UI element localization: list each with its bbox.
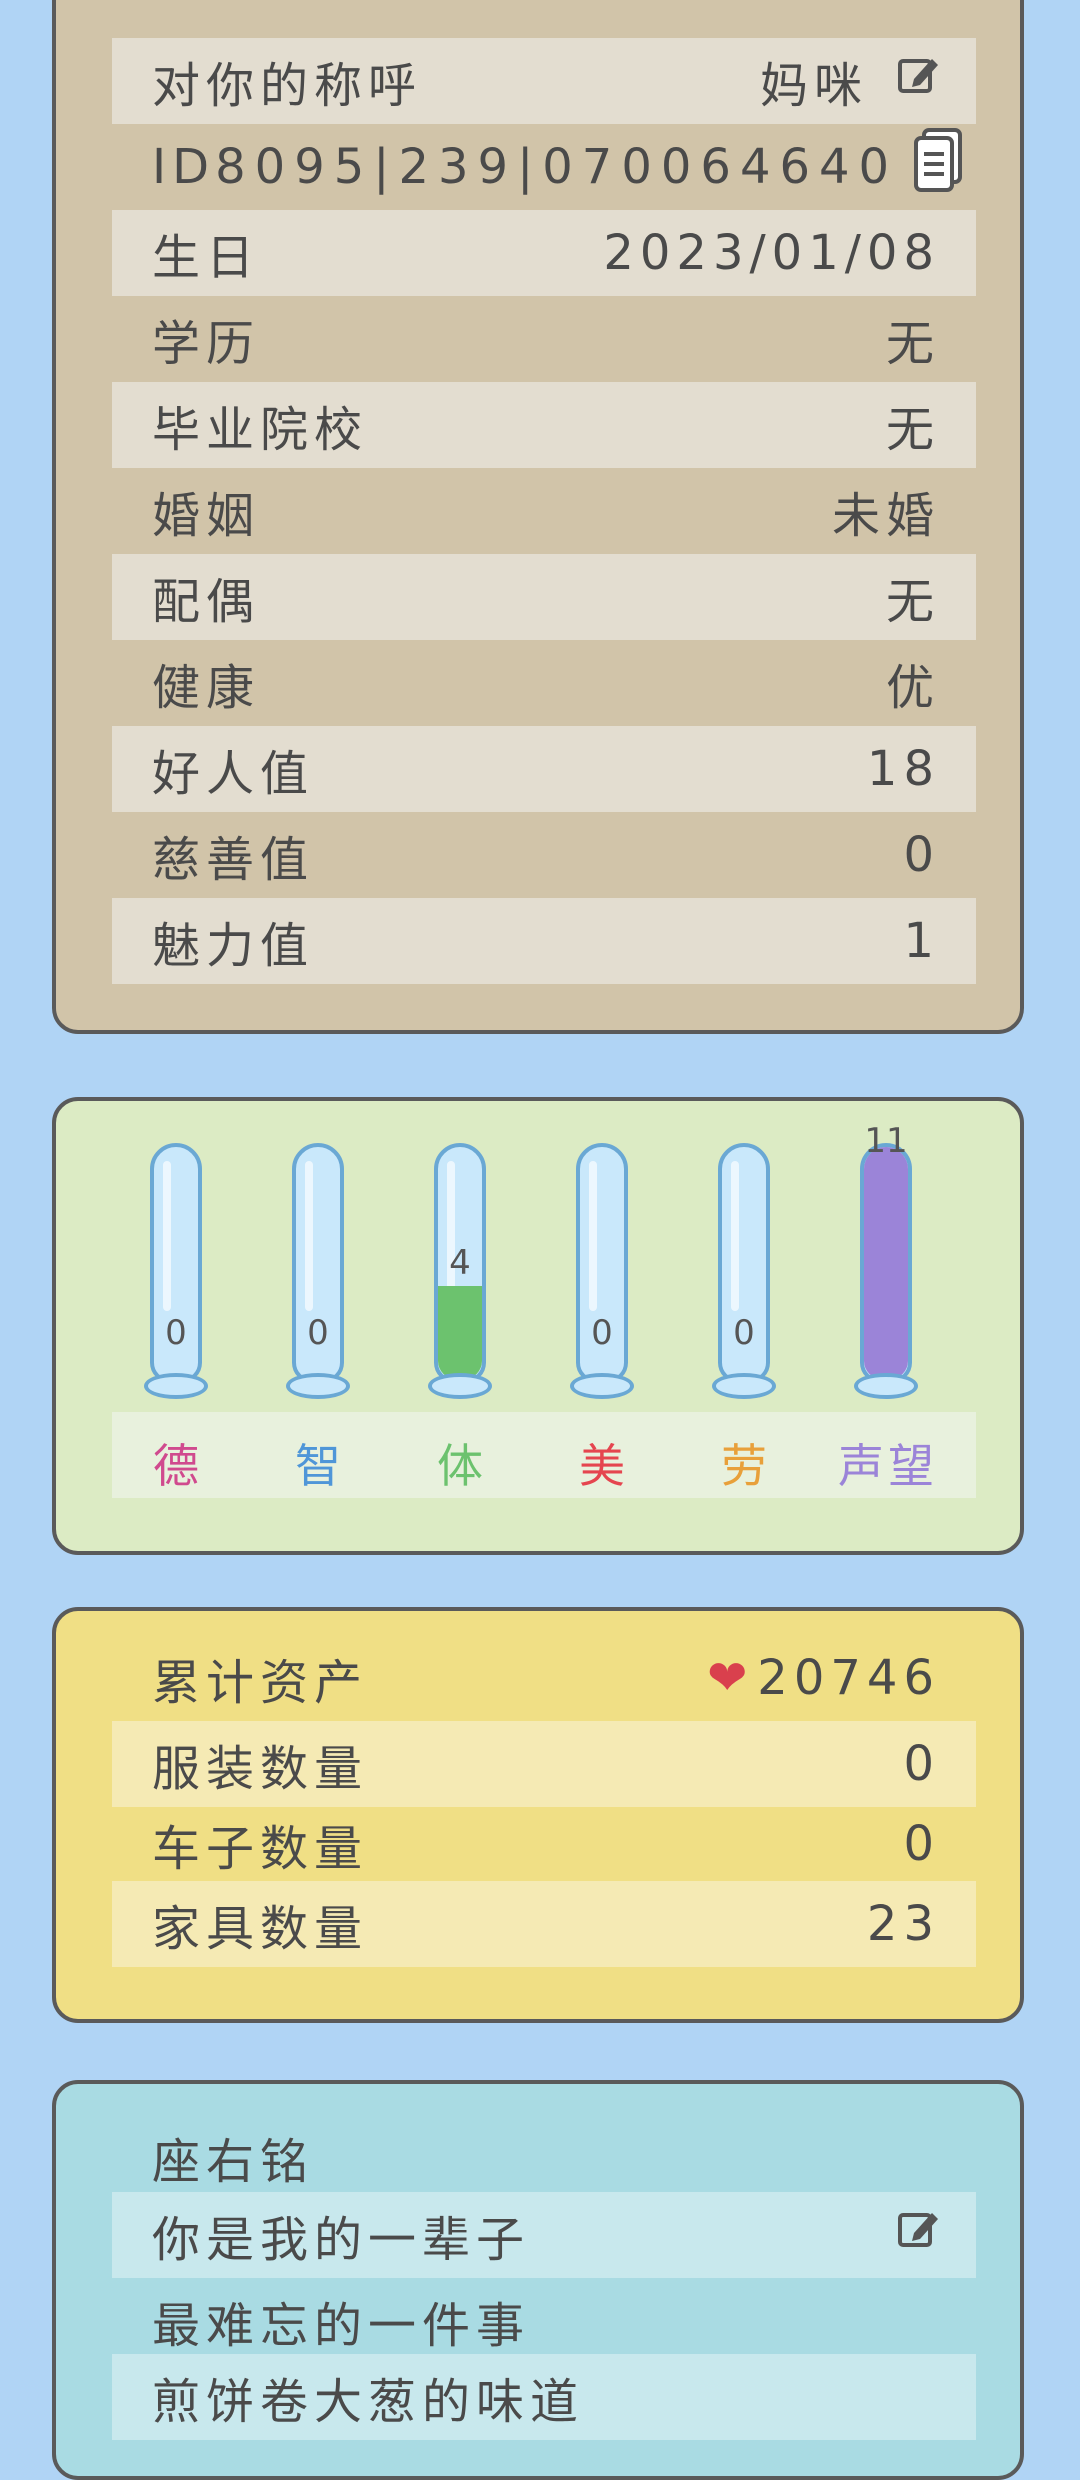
attribute-label: 德 [153, 1439, 203, 1493]
profile-row-nickname: 对你的称呼 妈咪 [112, 38, 976, 124]
charity-value: 0 [903, 827, 940, 883]
profile-row-education: 学历 无 [112, 296, 976, 382]
health-label: 健康 [152, 660, 261, 716]
total-assets-label: 累计资产 [152, 1655, 369, 1711]
school-value: 无 [885, 402, 940, 458]
car-count-label: 车子数量 [152, 1821, 369, 1877]
id-value: 8095|239|070064640 [215, 139, 899, 195]
birthday-value: 2023/01/08 [603, 225, 940, 281]
assets-row-furniture: 家具数量 23 [112, 1881, 976, 1967]
memory-title: 最难忘的一件事 [152, 2298, 531, 2354]
charm-value: 1 [903, 913, 940, 969]
attribute-tubes-card: 0 0 4 0 0 11 德 智 体 美 劳 声望 [52, 1097, 1024, 1555]
health-value: 优 [885, 660, 940, 716]
spouse-value: 无 [885, 574, 940, 630]
tube-base [570, 1373, 634, 1399]
memory-text: 煎饼卷大葱的味道 [152, 2374, 585, 2430]
copy-icon[interactable] [912, 128, 964, 206]
nickname-value: 妈咪 [759, 58, 868, 114]
tube-base [712, 1373, 776, 1399]
attribute-label: 声望 [838, 1439, 938, 1493]
total-assets-value: 20746 [757, 1650, 940, 1706]
furniture-count-label: 家具数量 [152, 1901, 369, 1957]
charm-label: 魅力值 [152, 918, 315, 974]
assets-row-cars: 车子数量 0 [112, 1801, 976, 1887]
motto-card: 座右铭 你是我的一辈子 最难忘的一件事 煎饼卷大葱的味道 [52, 2080, 1024, 2480]
marriage-value: 未婚 [831, 488, 940, 544]
tube-base [854, 1373, 918, 1399]
assets-card: 累计资产 ❤ 20746 服装数量 0 车子数量 0 家具数量 23 [52, 1607, 1024, 2023]
profile-row-charm: 魅力值 1 [112, 898, 976, 984]
birthday-label: 生日 [152, 230, 261, 286]
tube-value: 0 [165, 1313, 187, 1353]
tube-base [144, 1373, 208, 1399]
goodness-label: 好人值 [152, 746, 315, 802]
profile-card: 对你的称呼 妈咪 ID 8095|239|070064640 生日 2023/0… [52, 0, 1024, 1034]
education-value: 无 [885, 316, 940, 372]
tube-fill [864, 1147, 908, 1379]
edit-icon[interactable] [896, 2207, 940, 2263]
nickname-label: 对你的称呼 [152, 58, 423, 114]
tube-fill [438, 1286, 482, 1379]
profile-row-charity: 慈善值 0 [112, 812, 976, 898]
profile-row-health: 健康 优 [112, 640, 976, 726]
tube-6 [860, 1143, 912, 1383]
goodness-value: 18 [866, 741, 940, 797]
education-label: 学历 [152, 316, 261, 372]
tube-value: 11 [864, 1121, 908, 1161]
tube-value: 0 [733, 1313, 755, 1353]
motto-text-row: 你是我的一辈子 [112, 2192, 976, 2278]
memory-title-row: 最难忘的一件事 [112, 2278, 976, 2364]
charity-label: 慈善值 [152, 832, 315, 888]
tube-base [428, 1373, 492, 1399]
profile-row-birthday: 生日 2023/01/08 [112, 210, 976, 296]
assets-row-total: 累计资产 ❤ 20746 [112, 1635, 976, 1721]
memory-text-row: 煎饼卷大葱的味道 [112, 2354, 976, 2440]
attribute-label: 体 [437, 1439, 487, 1493]
assets-row-clothing: 服装数量 0 [112, 1721, 976, 1807]
tube-value: 0 [591, 1313, 613, 1353]
heart-icon: ❤ [707, 1650, 754, 1706]
profile-row-id: ID 8095|239|070064640 [112, 124, 976, 210]
clothing-count-value: 0 [903, 1736, 940, 1792]
clothing-count-label: 服装数量 [152, 1741, 369, 1797]
tube-base [286, 1373, 350, 1399]
id-label: ID [152, 139, 216, 195]
edit-icon[interactable] [896, 53, 940, 109]
attribute-label: 劳 [721, 1439, 771, 1493]
spouse-label: 配偶 [152, 574, 261, 630]
furniture-count-value: 23 [866, 1896, 940, 1952]
profile-row-goodness: 好人值 18 [112, 726, 976, 812]
attribute-label: 美 [579, 1439, 629, 1493]
tube-value: 0 [307, 1313, 329, 1353]
car-count-value: 0 [903, 1816, 940, 1872]
school-label: 毕业院校 [152, 402, 369, 458]
profile-row-spouse: 配偶 无 [112, 554, 976, 640]
profile-row-school: 毕业院校 无 [112, 382, 976, 468]
tube-value: 4 [449, 1243, 471, 1283]
motto-title: 座右铭 [152, 2134, 315, 2190]
motto-title-row: 座右铭 [112, 2114, 976, 2200]
marriage-label: 婚姻 [152, 488, 261, 544]
profile-row-marriage: 婚姻 未婚 [112, 468, 976, 554]
attribute-label: 智 [295, 1439, 345, 1493]
motto-text: 你是我的一辈子 [152, 2212, 531, 2268]
